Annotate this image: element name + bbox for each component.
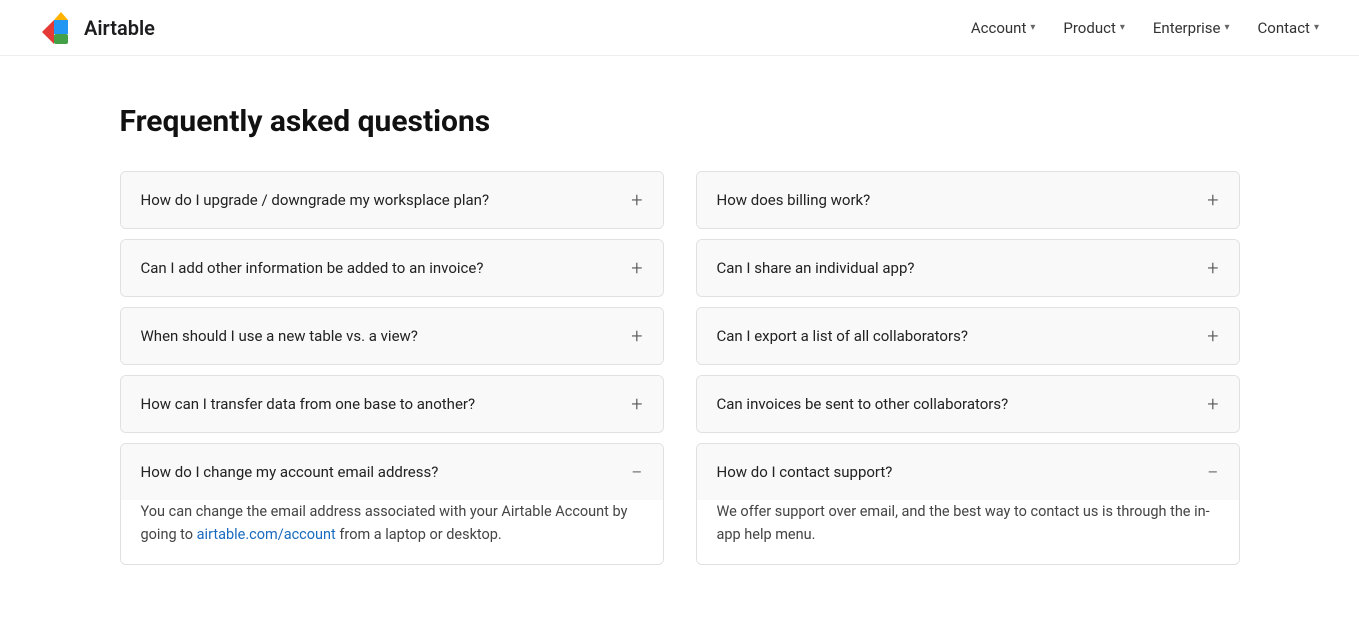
nav-product[interactable]: Product ▾: [1063, 19, 1124, 37]
faq-question-text-q4: How can I transfer data from one base to…: [141, 395, 476, 413]
product-chevron-icon: ▾: [1120, 22, 1125, 33]
faq-question-q2[interactable]: Can I add other information be added to …: [121, 240, 663, 296]
faq-question-text-q1: How do I upgrade / downgrade my workspla…: [141, 191, 490, 209]
faq-toggle-q10: −: [1207, 462, 1218, 482]
faq-item-q3: When should I use a new table vs. a view…: [120, 307, 664, 365]
logo-icon: [40, 10, 76, 46]
faq-question-text-q10: How do I contact support?: [717, 463, 893, 481]
faq-toggle-q7: +: [1207, 258, 1218, 278]
faq-item-q9: Can invoices be sent to other collaborat…: [696, 375, 1240, 433]
faq-toggle-q3: +: [631, 326, 642, 346]
faq-question-text-q6: How does billing work?: [717, 191, 871, 209]
faq-toggle-q1: +: [631, 190, 642, 210]
nav-contact[interactable]: Contact ▾: [1258, 19, 1319, 37]
faq-answer-q5: You can change the email address associa…: [121, 500, 663, 564]
faq-column-left: How do I upgrade / downgrade my workspla…: [120, 171, 664, 575]
faq-question-text-q7: Can I share an individual app?: [717, 259, 915, 277]
nav-enterprise[interactable]: Enterprise ▾: [1153, 19, 1230, 37]
logo-text: Airtable: [84, 16, 155, 40]
contact-chevron-icon: ▾: [1314, 22, 1319, 33]
faq-answer-link[interactable]: airtable.com/account: [197, 526, 336, 543]
faq-item-q5: How do I change my account email address…: [120, 443, 664, 565]
faq-item-q1: How do I upgrade / downgrade my workspla…: [120, 171, 664, 229]
faq-question-text-q9: Can invoices be sent to other collaborat…: [717, 395, 1009, 413]
faq-question-q9[interactable]: Can invoices be sent to other collaborat…: [697, 376, 1239, 432]
faq-question-text-q5: How do I change my account email address…: [141, 463, 439, 481]
faq-question-q10[interactable]: How do I contact support? −: [697, 444, 1239, 500]
faq-item-q6: How does billing work? +: [696, 171, 1240, 229]
faq-toggle-q5: −: [631, 462, 642, 482]
faq-question-q6[interactable]: How does billing work? +: [697, 172, 1239, 228]
faq-item-q10: How do I contact support? − We offer sup…: [696, 443, 1240, 565]
faq-toggle-q8: +: [1207, 326, 1218, 346]
faq-answer-q10: We offer support over email, and the bes…: [697, 500, 1239, 564]
faq-question-q3[interactable]: When should I use a new table vs. a view…: [121, 308, 663, 364]
faq-item-q8: Can I export a list of all collaborators…: [696, 307, 1240, 365]
faq-grid: How do I upgrade / downgrade my workspla…: [120, 171, 1240, 575]
account-chevron-icon: ▾: [1030, 22, 1035, 33]
faq-answer-suffix: from a laptop or desktop.: [336, 526, 502, 543]
main-content: Frequently asked questions How do I upgr…: [80, 56, 1280, 635]
faq-question-text-q3: When should I use a new table vs. a view…: [141, 327, 418, 345]
faq-toggle-q2: +: [631, 258, 642, 278]
faq-question-q5[interactable]: How do I change my account email address…: [121, 444, 663, 500]
page-title: Frequently asked questions: [120, 104, 1240, 139]
logo[interactable]: Airtable: [40, 10, 155, 46]
faq-question-q8[interactable]: Can I export a list of all collaborators…: [697, 308, 1239, 364]
faq-toggle-q4: +: [631, 394, 642, 414]
nav-links: Account ▾ Product ▾ Enterprise ▾ Contact…: [971, 19, 1319, 37]
faq-answer-text-q10: We offer support over email, and the bes…: [717, 503, 1210, 543]
faq-question-text-q8: Can I export a list of all collaborators…: [717, 327, 968, 345]
faq-question-text-q2: Can I add other information be added to …: [141, 259, 484, 277]
faq-item-q7: Can I share an individual app? +: [696, 239, 1240, 297]
faq-question-q4[interactable]: How can I transfer data from one base to…: [121, 376, 663, 432]
faq-toggle-q6: +: [1207, 190, 1218, 210]
enterprise-chevron-icon: ▾: [1225, 22, 1230, 33]
navbar: Airtable Account ▾ Product ▾ Enterprise …: [0, 0, 1359, 56]
nav-account[interactable]: Account ▾: [971, 19, 1036, 37]
faq-question-q1[interactable]: How do I upgrade / downgrade my workspla…: [121, 172, 663, 228]
faq-item-q4: How can I transfer data from one base to…: [120, 375, 664, 433]
faq-column-right: How does billing work? + Can I share an …: [696, 171, 1240, 575]
faq-item-q2: Can I add other information be added to …: [120, 239, 664, 297]
faq-question-q7[interactable]: Can I share an individual app? +: [697, 240, 1239, 296]
faq-toggle-q9: +: [1207, 394, 1218, 414]
